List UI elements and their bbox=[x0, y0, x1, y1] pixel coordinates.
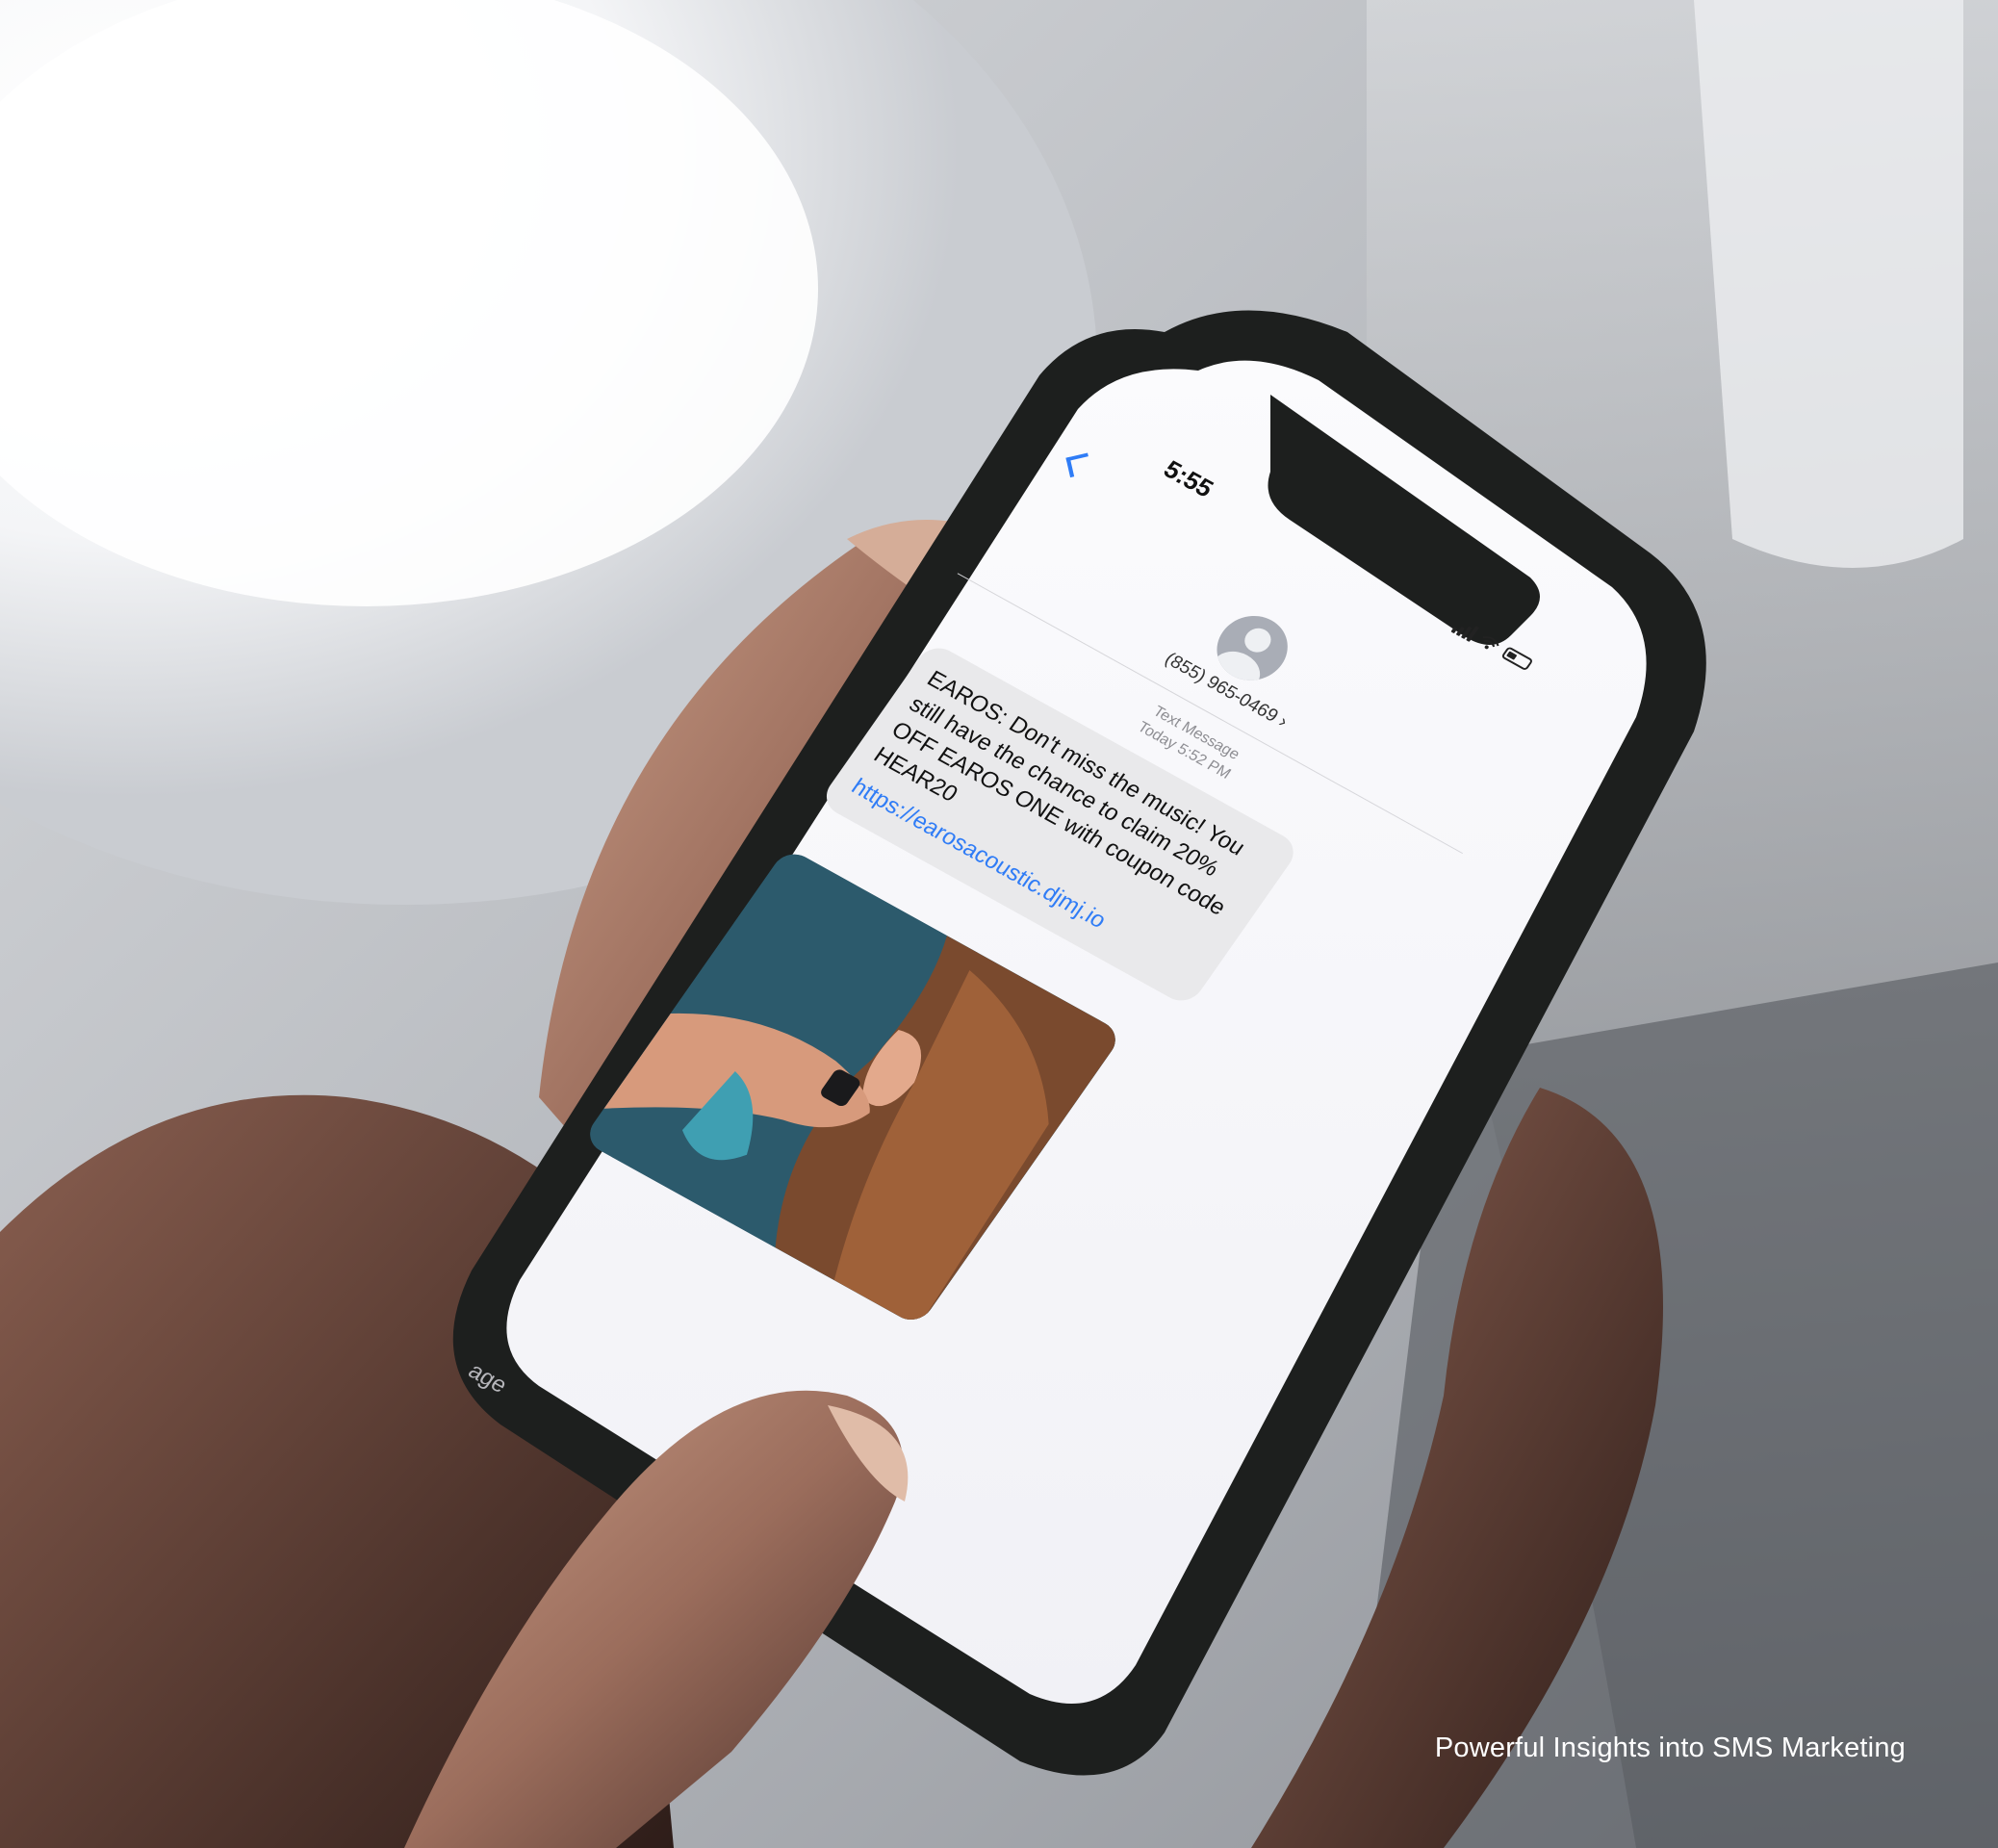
wifi-icon bbox=[1482, 636, 1499, 650]
photo-scene: 5:55 (855) 965-0469 › Text Message Today… bbox=[0, 0, 1998, 1848]
battery-icon bbox=[1500, 646, 1534, 672]
message-input-fragment[interactable]: age bbox=[463, 1358, 512, 1399]
signal-icon bbox=[1450, 617, 1480, 642]
back-chevron-icon[interactable] bbox=[1065, 452, 1092, 478]
caption-text: Powerful Insights into SMS Marketing bbox=[1434, 1732, 1906, 1763]
